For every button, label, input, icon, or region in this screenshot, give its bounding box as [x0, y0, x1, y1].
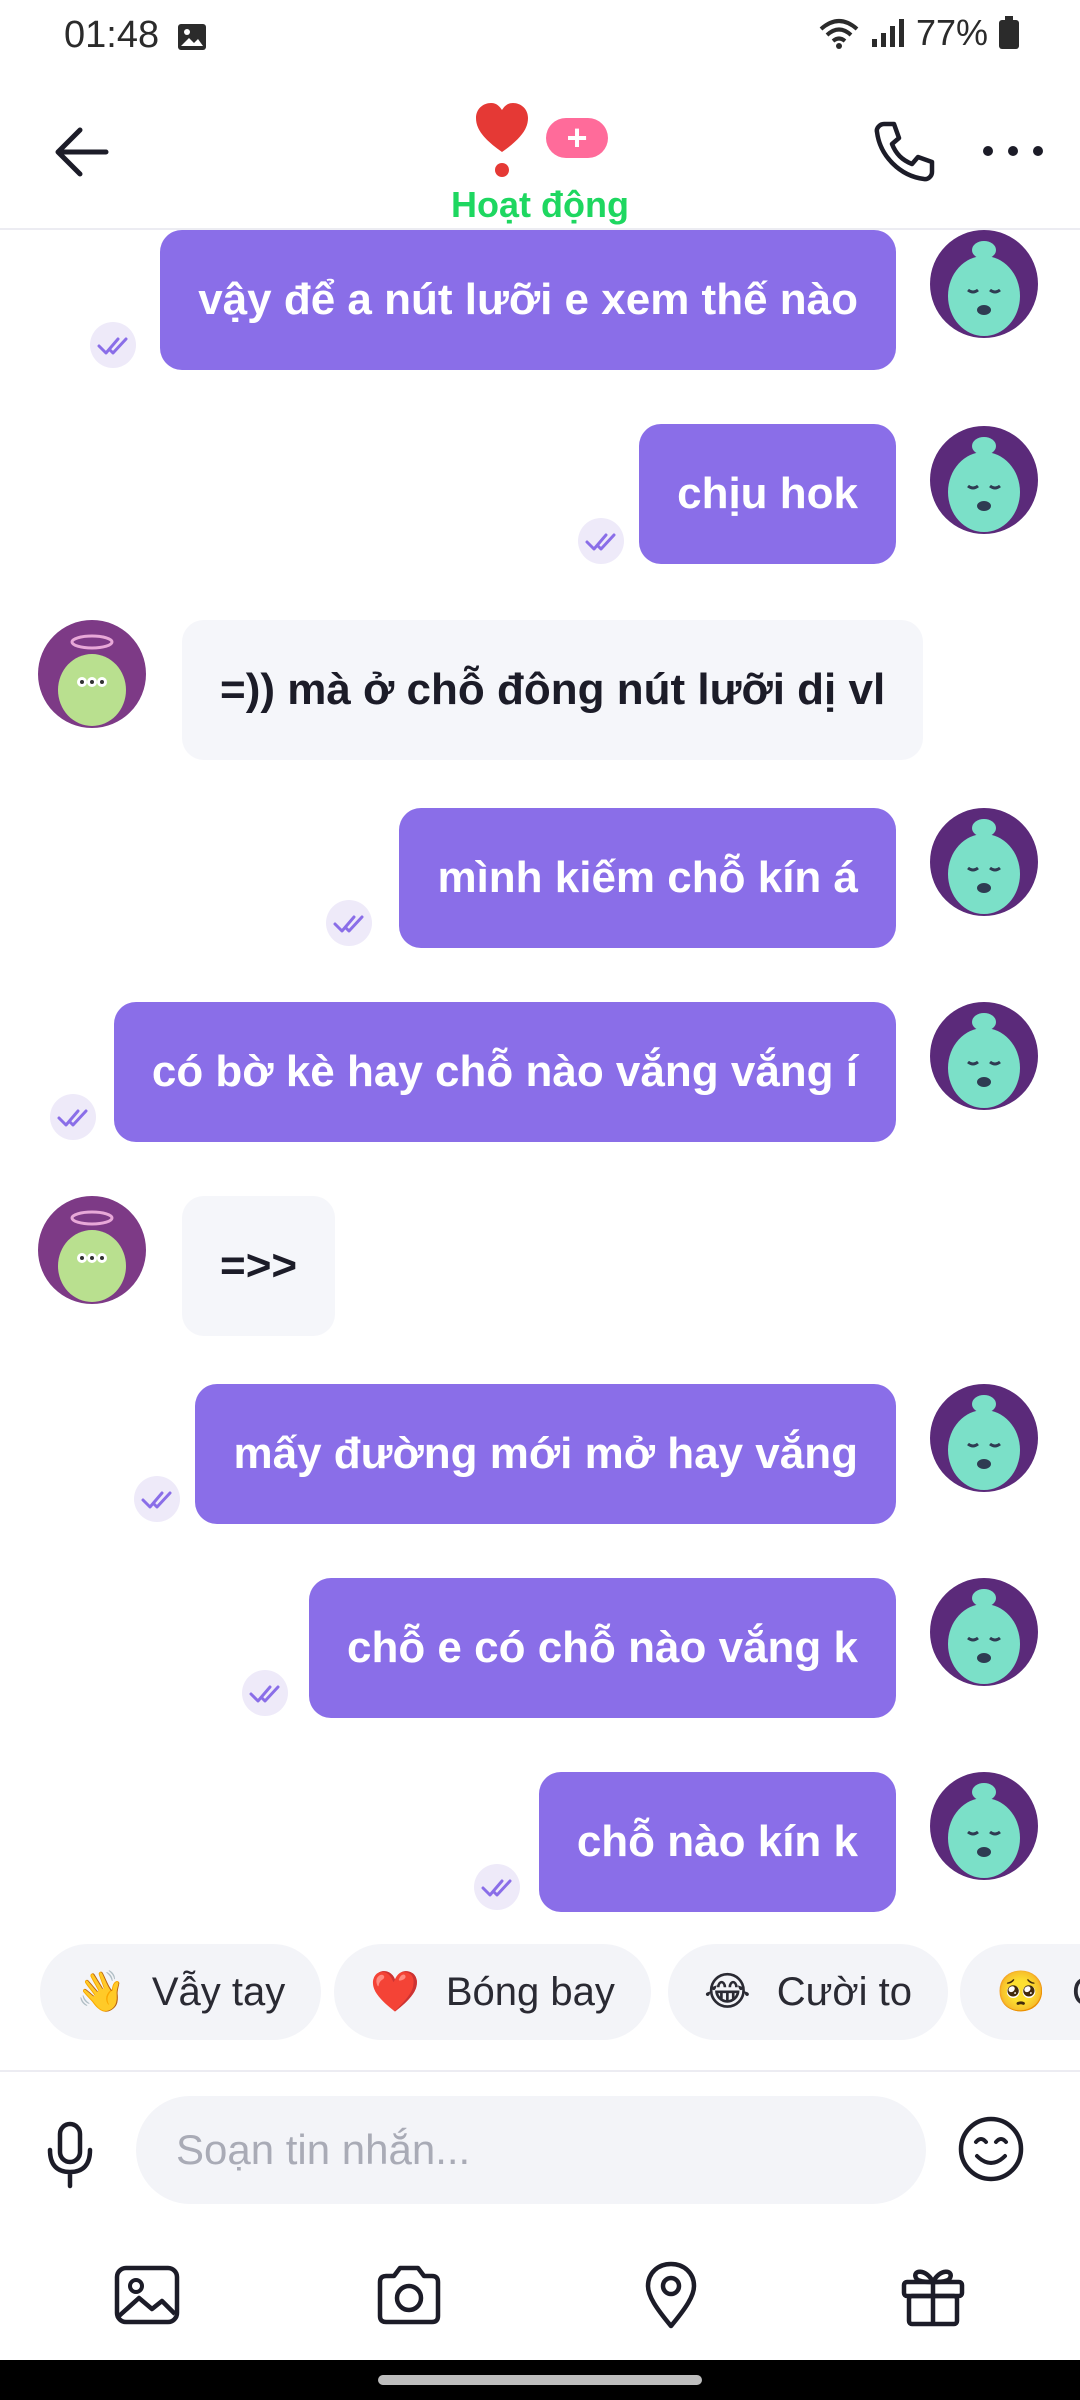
status-time: 01:48: [64, 14, 160, 56]
online-status: Hoạt động: [451, 184, 629, 225]
my-avatar[interactable]: [930, 230, 1038, 338]
read-check-icon: [578, 518, 624, 564]
reaction-label: Vẫy tay: [151, 1970, 286, 2014]
outgoing-message[interactable]: chỗ e có chỗ nào vắng k: [308, 1578, 896, 1718]
outgoing-message[interactable]: chỗ nào kín k: [538, 1772, 896, 1912]
gift-icon[interactable]: [898, 2260, 968, 2330]
reaction-label: Bóng bay: [445, 1970, 615, 2014]
my-avatar[interactable]: [930, 808, 1038, 916]
outgoing-message[interactable]: có bờ kè hay chỗ nào vắng vắng í: [113, 1002, 896, 1142]
incoming-message[interactable]: =>>: [182, 1196, 336, 1336]
home-handle[interactable]: [378, 2375, 702, 2385]
message-input-container[interactable]: [136, 2096, 936, 2204]
reaction-wave[interactable]: 👋 Vẫy tay: [40, 1944, 322, 2040]
wifi-icon: [819, 19, 859, 49]
message-list[interactable]: vậy để a nút lưỡi e xem thế nào chịu hok…: [0, 230, 1080, 1930]
outgoing-message[interactable]: mình kiếm chỗ kín á: [399, 808, 896, 948]
mic-icon[interactable]: [38, 2120, 102, 2190]
read-check-icon: [242, 1670, 288, 1716]
heart-icon: ❤️: [370, 1970, 420, 2014]
camera-icon[interactable]: [374, 2260, 444, 2330]
laugh-icon: 😂: [704, 1970, 751, 2014]
message-composer: [0, 2070, 1080, 2232]
my-avatar[interactable]: [930, 1578, 1038, 1686]
location-icon[interactable]: [636, 2260, 706, 2330]
battery-percent: 77%: [915, 12, 988, 53]
outgoing-message[interactable]: chịu hok: [639, 424, 896, 564]
quick-reactions: 👋Vẫy tay ❤️Bóng bay 😂Cười to 🥺C: [40, 1944, 1080, 2040]
status-icons: 77%: [818, 12, 1020, 54]
reaction-pleading[interactable]: 🥺C: [960, 1944, 1080, 2040]
read-check-icon: [134, 1476, 180, 1522]
pleading-icon: 🥺: [996, 1970, 1046, 2014]
my-avatar[interactable]: [930, 426, 1038, 534]
my-avatar[interactable]: [930, 1384, 1038, 1492]
system-navigation-bar: [0, 2360, 1080, 2400]
reaction-laugh[interactable]: 😂 Cười to: [668, 1944, 949, 2040]
attachment-toolbar: [0, 2230, 1080, 2360]
phone-icon[interactable]: [868, 116, 938, 186]
add-badge[interactable]: +: [546, 118, 608, 158]
read-check-icon: [326, 900, 372, 946]
chat-header: + Hoạt động: [0, 76, 1080, 230]
image-icon: [178, 24, 206, 50]
contact-avatar[interactable]: [38, 620, 146, 728]
reaction-label: Cười to: [776, 1970, 913, 2014]
reaction-balloon[interactable]: ❤️ Bóng bay: [334, 1944, 651, 2040]
read-check-icon: [90, 322, 136, 368]
back-arrow-icon[interactable]: [50, 122, 120, 182]
outgoing-message[interactable]: mấy đường mới mở hay vắng: [195, 1384, 896, 1524]
read-check-icon: [50, 1094, 96, 1140]
contact-avatar[interactable]: [38, 1196, 146, 1304]
message-input[interactable]: [136, 2096, 936, 2204]
wave-icon: 👋: [76, 1970, 126, 2014]
status-bar: 01:48 77%: [0, 0, 1080, 76]
heart-icon: [476, 103, 528, 177]
signal-icon: [871, 19, 904, 47]
read-check-icon: [474, 1864, 520, 1910]
more-icon[interactable]: [978, 116, 1048, 186]
gallery-icon[interactable]: [112, 2260, 182, 2330]
incoming-message[interactable]: =)) mà ở chỗ đông nút lưỡi dị vl: [182, 620, 924, 760]
outgoing-message[interactable]: vậy để a nút lưỡi e xem thế nào: [160, 230, 896, 370]
battery-icon: [999, 16, 1019, 49]
emoji-icon[interactable]: [956, 2114, 1026, 2184]
my-avatar[interactable]: [930, 1002, 1038, 1110]
my-avatar[interactable]: [930, 1772, 1038, 1880]
reaction-label: C: [1072, 1970, 1080, 2014]
